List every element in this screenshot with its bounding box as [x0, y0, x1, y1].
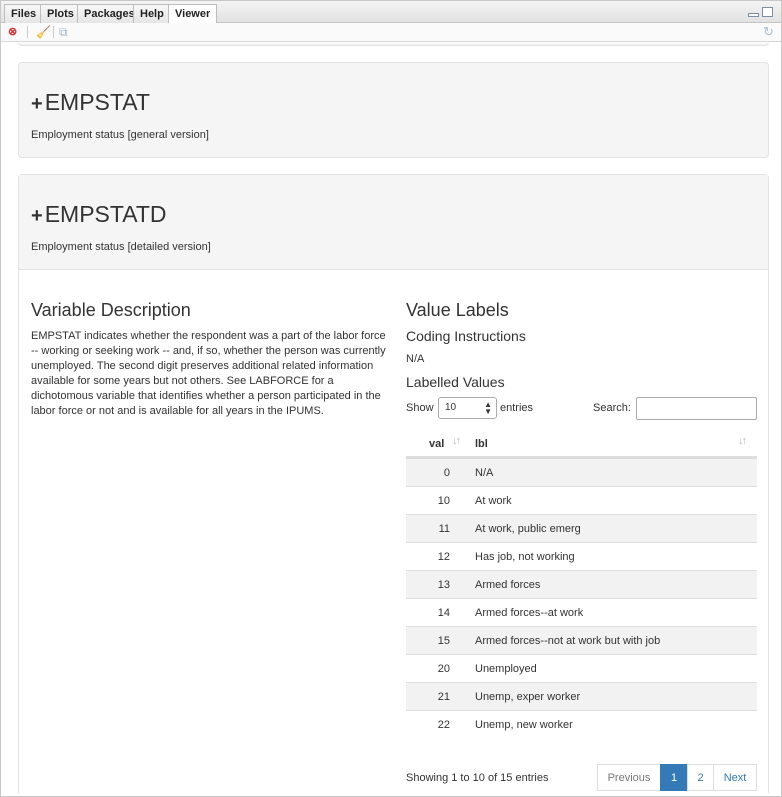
table-info-text: Showing 1 to 10 of 15 entries — [406, 772, 549, 784]
previous-variable-well — [18, 43, 769, 46]
cell-val: 14 — [437, 607, 450, 619]
table-row: 12 Has job, not working — [406, 542, 757, 570]
cell-val: 21 — [437, 691, 450, 703]
pane-tab-bar: Files Plots Packages Help Viewer — [1, 1, 781, 24]
table-search-input[interactable] — [636, 397, 757, 420]
variable-name: EMPSTAT — [44, 89, 150, 115]
tab-files-label: Files — [11, 8, 37, 20]
coding-instructions-heading: Coding Instructions — [406, 328, 526, 344]
cell-val: 15 — [437, 635, 450, 647]
sort-icon[interactable]: ↓↑ — [452, 435, 461, 447]
cell-val: 0 — [443, 467, 450, 479]
table-row: 10 At work — [406, 486, 757, 514]
show-entries-label: Show — [406, 402, 434, 414]
tab-plots[interactable]: Plots — [40, 4, 81, 23]
toolbar-separator — [27, 26, 28, 38]
variable-panel-empstatd: +EMPSTATD Employment status [detailed ve… — [18, 174, 769, 793]
minimize-icon[interactable] — [748, 13, 759, 17]
variable-title-empstatd[interactable]: +EMPSTATD — [31, 201, 167, 228]
entries-label: entries — [500, 402, 534, 414]
clear-all-broom-icon[interactable]: 🧹 — [36, 25, 51, 39]
column-header-val[interactable]: val — [429, 438, 444, 450]
column-header-lbl[interactable]: lbl — [475, 438, 488, 450]
entries-per-page-select[interactable]: 10 ▲ ▼ — [438, 397, 497, 419]
labelled-values-heading: Labelled Values — [406, 374, 505, 390]
cell-val: 12 — [437, 551, 450, 563]
cell-val: 22 — [437, 719, 450, 731]
cell-lbl: Has job, not working — [475, 551, 575, 563]
maximize-icon[interactable] — [762, 7, 773, 17]
export-popout-icon[interactable]: ⧉ — [59, 25, 68, 39]
variable-panel-heading[interactable]: +EMPSTATD Employment status [detailed ve… — [19, 175, 768, 270]
tab-help-label: Help — [140, 8, 164, 20]
value-labels-heading: Value Labels — [406, 300, 509, 320]
cell-lbl: N/A — [475, 467, 494, 479]
cell-lbl: At work, public emerg — [475, 523, 581, 535]
table-row: 22 Unemp, new worker — [406, 710, 757, 738]
expand-plus-icon[interactable]: + — [31, 205, 43, 227]
table-row: 15 Armed forces--not at work but with job — [406, 626, 757, 654]
tab-plots-label: Plots — [47, 8, 74, 20]
cell-lbl: Unemp, exper worker — [475, 691, 581, 703]
remove-viewer-item-icon[interactable]: ⊗ — [8, 25, 17, 39]
cell-lbl: Unemp, new worker — [475, 719, 573, 731]
cell-lbl: Armed forces--not at work but with job — [475, 635, 661, 647]
table-row: 21 Unemp, exper worker — [406, 682, 757, 710]
tab-packages-label: Packages — [84, 8, 135, 20]
sort-icon[interactable]: ↓↑ — [738, 435, 747, 447]
variable-title-empstat[interactable]: +EMPSTAT — [31, 89, 150, 116]
viewer-pane: Files Plots Packages Help Viewer ⊗ 🧹 ⧉ ↻… — [0, 0, 782, 797]
pagination-page-2[interactable]: 2 — [687, 764, 714, 791]
search-label: Search: — [593, 402, 631, 414]
viewer-toolbar: ⊗ 🧹 ⧉ ↻ — [1, 23, 781, 42]
variable-description-heading: Variable Description — [31, 300, 191, 320]
tab-help[interactable]: Help — [133, 4, 171, 23]
expand-plus-icon[interactable]: + — [31, 93, 43, 115]
variable-subtitle-empstat: Employment status [general version] — [31, 129, 209, 141]
select-caret-icon: ▲ ▼ — [484, 400, 492, 416]
cell-lbl: At work — [475, 495, 512, 507]
cell-lbl: Armed forces — [475, 579, 541, 591]
cell-lbl: Armed forces--at work — [475, 607, 584, 619]
table-row: 11 At work, public emerg — [406, 514, 757, 542]
cell-val: 20 — [437, 663, 450, 675]
tab-files[interactable]: Files — [4, 4, 44, 23]
cell-val: 10 — [437, 495, 450, 507]
variable-well-empstat[interactable]: +EMPSTAT Employment status [general vers… — [18, 62, 769, 158]
vertical-scrollbar[interactable] — [777, 43, 781, 793]
coding-instructions-text: N/A — [406, 353, 425, 365]
table-row: 14 Armed forces--at work — [406, 598, 757, 626]
table-row: 0 N/A — [406, 458, 757, 486]
tab-viewer[interactable]: Viewer — [168, 4, 218, 24]
variable-description-text: EMPSTAT indicates whether the respondent… — [31, 330, 386, 417]
table-row: 13 Armed forces — [406, 570, 757, 598]
variable-subtitle-empstatd: Employment status [detailed version] — [31, 241, 211, 253]
viewer-content: +EMPSTAT Employment status [general vers… — [1, 43, 781, 793]
cell-val: 11 — [438, 523, 450, 535]
cell-lbl: Unemployed — [475, 663, 537, 675]
toolbar-separator — [53, 26, 54, 38]
table-row: 20 Unemployed — [406, 654, 757, 682]
pagination-page-1[interactable]: 1 — [660, 764, 688, 791]
variable-name: EMPSTATD — [44, 201, 167, 227]
pagination-previous-button[interactable]: Previous — [597, 764, 661, 791]
refresh-icon[interactable]: ↻ — [763, 25, 774, 39]
cell-val: 13 — [437, 579, 450, 591]
tab-viewer-label: Viewer — [175, 8, 211, 20]
entries-select-value: 10 — [445, 402, 457, 413]
pagination-next-button[interactable]: Next — [713, 764, 757, 791]
